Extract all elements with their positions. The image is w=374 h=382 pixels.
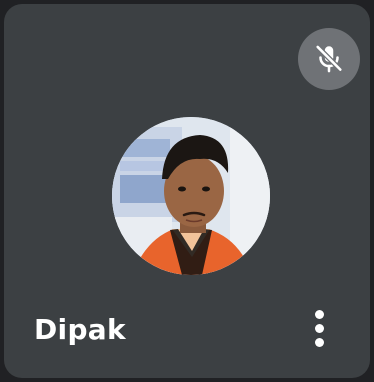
avatar (112, 117, 270, 275)
participant-name: Dipak (34, 313, 126, 346)
more-options-button[interactable] (302, 304, 336, 352)
mic-status-button[interactable] (298, 28, 360, 90)
more-vert-icon-dot (314, 337, 324, 347)
more-vert-icon (314, 309, 324, 319)
mic-off-icon (315, 44, 343, 73)
more-vert-icon-dot (314, 323, 324, 333)
profile-photo (112, 117, 270, 275)
participant-tile[interactable]: Dipak (4, 4, 370, 378)
